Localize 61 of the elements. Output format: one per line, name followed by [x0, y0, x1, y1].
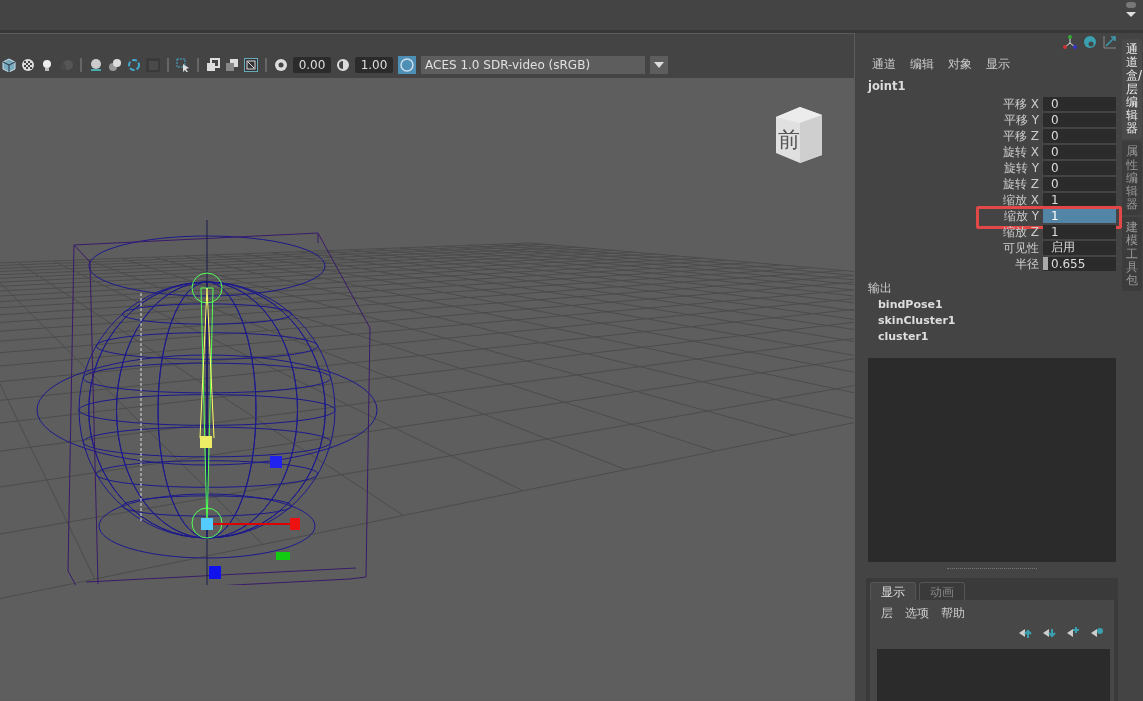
channel-name[interactable]: 缩放 X: [1002, 191, 1039, 209]
channel-value-field[interactable]: 1: [1043, 224, 1116, 240]
channel-name[interactable]: 旋转 Z: [1002, 175, 1039, 193]
channel-name[interactable]: 可见性: [1003, 239, 1039, 257]
channel-value-field[interactable]: 0: [1043, 112, 1116, 128]
channel-value-field[interactable]: 0: [1043, 96, 1116, 112]
channel-value-field[interactable]: 启用: [1043, 240, 1116, 256]
channel-value-field[interactable]: 0: [1043, 176, 1116, 192]
output-node[interactable]: bindPose1: [862, 298, 1122, 314]
overlap-icon[interactable]: [225, 58, 239, 72]
channel-name[interactable]: 平移 Y: [1003, 111, 1039, 129]
layer-down-icon[interactable]: [1042, 627, 1056, 639]
channel-name[interactable]: 平移 X: [1002, 95, 1039, 113]
color-management-toggle-icon[interactable]: [398, 56, 416, 74]
aperture-icon[interactable]: [274, 58, 288, 72]
object-name: joint1: [866, 78, 907, 93]
checker-icon[interactable]: [21, 58, 35, 72]
menu-item[interactable]: 层: [881, 605, 893, 623]
side-tab[interactable]: 通道盒/层编辑器: [1122, 39, 1142, 140]
cube-icon[interactable]: [2, 58, 16, 72]
layer-add-icon[interactable]: [1066, 627, 1080, 639]
menu-item[interactable]: 通道: [872, 56, 896, 76]
side-tab[interactable]: 属性编辑器: [1122, 141, 1142, 216]
dropdown-arrow-icon[interactable]: [654, 62, 664, 68]
channel-name[interactable]: 缩放 Z: [1002, 223, 1039, 241]
diagonal-arrow-icon[interactable]: [1103, 35, 1117, 49]
channel-name[interactable]: 半径: [1015, 255, 1039, 273]
menu-item[interactable]: 帮助: [941, 605, 965, 623]
select-icon[interactable]: [176, 58, 190, 72]
light-bulb-icon[interactable]: [40, 58, 54, 72]
exposure-field[interactable]: 0.00: [293, 57, 331, 73]
ring-icon[interactable]: [127, 58, 141, 72]
color-space-dropdown[interactable]: ACES 1.0 SDR-video (sRGB): [421, 56, 645, 74]
output-node[interactable]: cluster1: [862, 330, 1122, 346]
channel-name[interactable]: 旋转 X: [1002, 143, 1039, 161]
gamma-field[interactable]: 1.00: [355, 57, 393, 73]
menu-item[interactable]: 显示: [986, 56, 1010, 76]
channel-name[interactable]: 缩放 Y: [1003, 207, 1039, 225]
half-circle-icon[interactable]: [336, 58, 350, 72]
menu-item[interactable]: 对象: [948, 56, 972, 76]
sphere-icon[interactable]: [89, 58, 103, 72]
menu-item[interactable]: 选项: [905, 605, 929, 623]
layer-up-icon[interactable]: [1018, 627, 1032, 639]
view-cube-icon[interactable]: [774, 105, 822, 163]
overlap-icon[interactable]: [206, 58, 220, 72]
layer-dot-icon[interactable]: [1090, 627, 1104, 639]
slider-handle[interactable]: [1043, 257, 1048, 270]
channel-value-field[interactable]: 0: [1043, 128, 1116, 144]
channel-name[interactable]: 平移 Z: [1002, 127, 1039, 145]
output-node[interactable]: skinCluster1: [862, 314, 1122, 330]
section-label: 输出: [867, 280, 893, 294]
image-frame-icon[interactable]: [244, 58, 258, 72]
spheres-icon[interactable]: [108, 58, 122, 72]
channel-value-field[interactable]: 0.655: [1043, 256, 1116, 272]
channel-value-field[interactable]: 0: [1043, 160, 1116, 176]
channel-name[interactable]: 旋转 Y: [1003, 159, 1039, 177]
menu-item[interactable]: 编辑: [910, 56, 934, 76]
side-tab[interactable]: 建模工具包: [1122, 217, 1142, 292]
scroll-down-icon[interactable]: [1125, 2, 1137, 20]
channel-value-field[interactable]: 0: [1043, 144, 1116, 160]
axis-icon[interactable]: [1063, 35, 1077, 49]
